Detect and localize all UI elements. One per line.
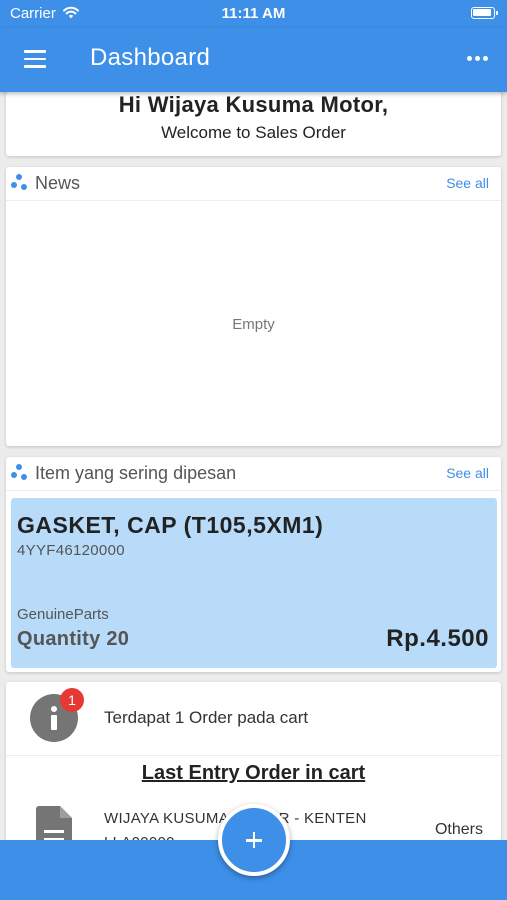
bubbles-icon <box>11 464 29 482</box>
news-empty-text: Empty <box>232 316 275 333</box>
bubbles-icon <box>11 174 29 192</box>
frequent-items-title: Item yang sering dipesan <box>35 463 237 483</box>
clock: 11:11 AM <box>221 5 286 22</box>
frequent-items-header: Item yang sering dipesan See all <box>6 457 501 491</box>
hamburger-menu-icon[interactable] <box>24 50 46 68</box>
product-price: Rp.4.500 <box>386 625 489 652</box>
frequent-items-see-all-link[interactable]: See all <box>446 465 489 481</box>
news-header: News See all <box>6 167 501 201</box>
last-entry-title: Last Entry Order in cart <box>141 762 366 784</box>
cart-count-badge: 1 <box>60 688 84 712</box>
product-brand: GenuineParts <box>17 606 109 623</box>
news-card: News See all Empty <box>6 167 501 446</box>
news-see-all-link[interactable]: See all <box>446 175 489 191</box>
app-bar: Dashboard <box>0 28 507 92</box>
battery-icon <box>471 7 498 19</box>
more-horizontal-icon[interactable] <box>467 56 489 62</box>
greeting-text: Hi Wijaya Kusuma Motor, <box>118 92 389 117</box>
news-title: News <box>35 173 81 193</box>
cart-message: Terdapat 1 Order pada cart <box>104 708 309 727</box>
product-card[interactable]: GASKET, CAP (T105,5XM1) 4YYF46120000 Gen… <box>11 498 497 668</box>
page-title: Dashboard <box>90 44 211 71</box>
product-code: 4YYF46120000 <box>17 542 125 559</box>
status-bar: Carrier 11:11 AM <box>0 0 507 28</box>
welcome-card: Hi Wijaya Kusuma Motor, Welcome to Sales… <box>6 92 501 156</box>
order-type: Others <box>434 821 483 838</box>
frequent-items-card: Item yang sering dipesan See all GASKET,… <box>6 457 501 672</box>
product-quantity: Quantity 20 <box>17 628 130 650</box>
cart-notice-row[interactable]: 1 Terdapat 1 Order pada cart <box>6 682 501 756</box>
product-name: GASKET, CAP (T105,5XM1) <box>17 512 324 538</box>
welcome-subtitle: Welcome to Sales Order <box>161 123 346 142</box>
add-order-button[interactable] <box>218 804 290 876</box>
